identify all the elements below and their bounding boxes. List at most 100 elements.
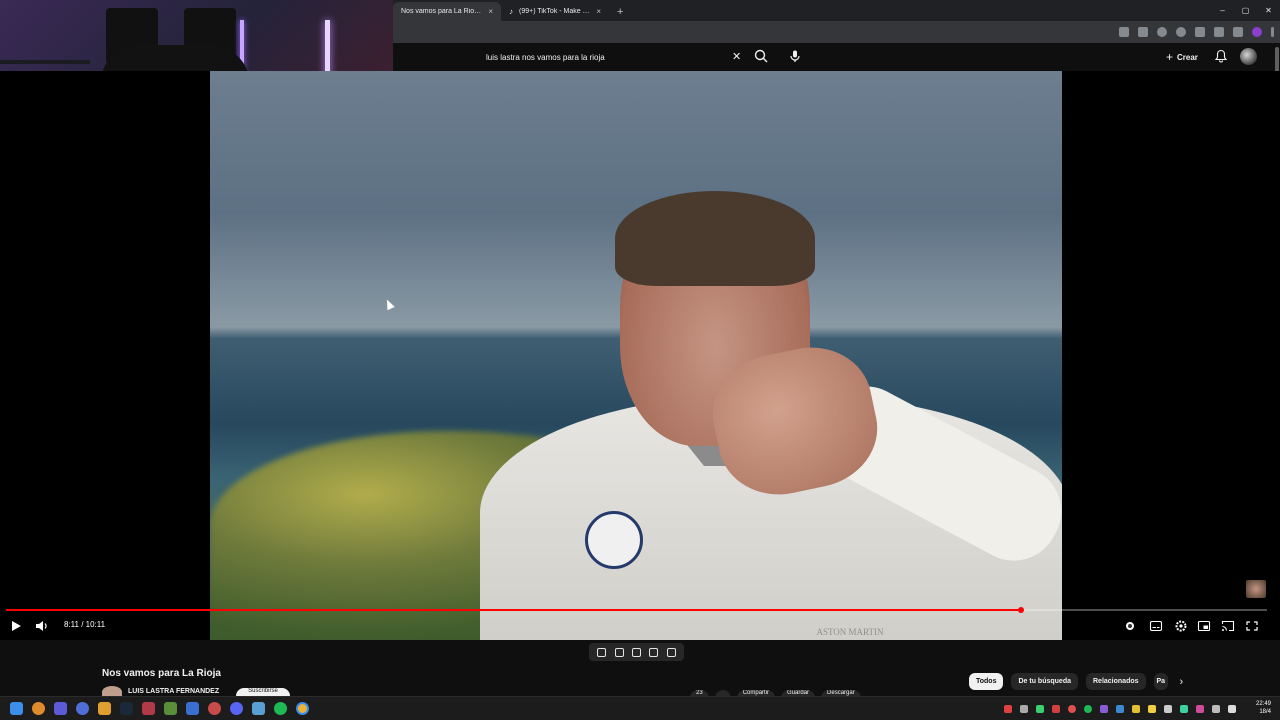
window-controls: – ▢ ✕ xyxy=(1211,0,1280,21)
youtube-masthead: luis lastra nos vamos para la rioja ✕ + … xyxy=(393,43,1280,71)
minimize-button[interactable]: – xyxy=(1211,0,1234,21)
menu-kebab-icon[interactable] xyxy=(1271,27,1274,37)
plus-icon: + xyxy=(1166,50,1174,64)
close-tab-icon[interactable]: × xyxy=(488,7,493,16)
search-taskbar-icon[interactable] xyxy=(32,702,45,715)
tiktok-icon: ♪ xyxy=(509,7,513,16)
chevron-right-icon[interactable]: › xyxy=(1180,676,1184,688)
timecode: 8:11 / 10:11 xyxy=(64,620,106,629)
taskbar-clock[interactable]: 22:49 18/4 xyxy=(1256,700,1271,716)
shirt-badge-icon xyxy=(585,511,643,569)
tray-icon[interactable] xyxy=(1132,705,1140,713)
extension-toolbar xyxy=(589,643,684,661)
watch-metadata: Nos vamos para La Rioja LUIS LASTRA FERN… xyxy=(0,640,1280,698)
extension-icon[interactable] xyxy=(1157,27,1167,37)
spotify-icon[interactable] xyxy=(274,702,287,715)
app-icon[interactable] xyxy=(208,702,221,715)
tab-title: Nos vamos para La Rioja - You xyxy=(401,8,482,15)
steam-icon[interactable] xyxy=(120,702,133,715)
channel-watermark[interactable] xyxy=(1246,580,1266,598)
volume-tray-icon[interactable] xyxy=(1228,705,1236,713)
mic-icon[interactable] xyxy=(787,48,803,64)
tray-icon[interactable] xyxy=(1100,705,1108,713)
hair xyxy=(615,191,815,286)
close-window-button[interactable]: ✕ xyxy=(1257,0,1280,21)
screen: { "browser": { "tabs": [ {"title": "Nos … xyxy=(0,0,1280,720)
discord-icon[interactable] xyxy=(230,702,243,715)
search-icon[interactable] xyxy=(753,48,769,64)
tray-icon[interactable] xyxy=(1116,705,1124,713)
tray-icon[interactable] xyxy=(1036,705,1044,713)
app-icon[interactable] xyxy=(54,702,67,715)
bell-icon[interactable] xyxy=(1214,49,1228,63)
app-icon[interactable] xyxy=(164,702,177,715)
tray-icon[interactable] xyxy=(1004,705,1012,713)
miniplayer-icon[interactable] xyxy=(1197,615,1211,637)
windows-taskbar: 22:49 18/4 xyxy=(0,696,1280,720)
video-person: ASTON MARTIN RACING xyxy=(480,191,1062,640)
extension-icon[interactable] xyxy=(1233,27,1243,37)
speed-icon[interactable] xyxy=(649,647,659,657)
tray-icon[interactable] xyxy=(1020,705,1028,713)
loop-icon[interactable] xyxy=(597,647,607,657)
tray-icon[interactable] xyxy=(1180,705,1188,713)
video-title: Nos vamos para La Rioja xyxy=(102,668,221,679)
chip-partial[interactable]: Pa xyxy=(1153,673,1168,690)
tab-title: (99+) TikTok - Make Your Day xyxy=(519,8,591,15)
clear-search-icon[interactable]: ✕ xyxy=(732,50,741,63)
install-app-icon[interactable] xyxy=(1119,27,1129,37)
tray-icon[interactable] xyxy=(1148,705,1156,713)
clock-time: 22:49 xyxy=(1255,701,1271,707)
app-icon[interactable] xyxy=(186,702,199,715)
play-icon[interactable] xyxy=(9,615,23,637)
bookmark-star-icon[interactable] xyxy=(1138,27,1148,37)
progress-bar[interactable] xyxy=(6,607,1267,613)
audio-icon[interactable] xyxy=(614,647,624,657)
player-controls: 8:11 / 10:11 xyxy=(0,615,1280,637)
tray-icon[interactable] xyxy=(1084,705,1092,713)
app-icon[interactable] xyxy=(142,702,155,715)
avatar[interactable] xyxy=(1240,48,1257,65)
video-frame[interactable]: ASTON MARTIN RACING xyxy=(210,71,1062,640)
app-icon[interactable] xyxy=(252,702,265,715)
fullscreen-icon[interactable] xyxy=(1245,615,1259,637)
video-player[interactable]: ASTON MARTIN RACING xyxy=(0,71,1280,640)
reading-list-icon[interactable] xyxy=(1214,27,1224,37)
lab-icon[interactable] xyxy=(666,647,676,657)
chip-de-tu-busqueda[interactable]: De tu búsqueda xyxy=(1011,673,1078,690)
browser-tab-strip: Nos vamos para La Rioja - You × ♪ (99+) … xyxy=(393,0,1280,21)
subtitles-icon[interactable] xyxy=(1149,615,1163,637)
tray-icon[interactable] xyxy=(1196,705,1204,713)
create-label: Crear xyxy=(1177,52,1198,62)
progress-played xyxy=(6,609,1022,611)
maximize-button[interactable]: ▢ xyxy=(1234,0,1257,21)
browser-toolbar xyxy=(393,21,1280,43)
channel-name[interactable]: LUIS LASTRA FERNANDEZ xyxy=(128,688,219,695)
chip-todos[interactable]: Todos xyxy=(969,673,1004,690)
chip-relacionados[interactable]: Relacionados xyxy=(1086,673,1146,690)
profile-icon[interactable] xyxy=(1252,27,1262,37)
related-chips: Todos De tu búsqueda Relacionados Pa › xyxy=(969,673,1183,690)
chrome-icon[interactable] xyxy=(296,702,309,715)
mic-tray-icon[interactable] xyxy=(1212,705,1220,713)
cast-icon[interactable] xyxy=(1221,615,1235,637)
volume-icon[interactable] xyxy=(34,615,50,637)
tray-icon[interactable] xyxy=(1052,705,1060,713)
extensions-puzzle-icon[interactable] xyxy=(1195,27,1205,37)
new-tab-button[interactable]: + xyxy=(609,2,631,21)
extension-icon[interactable] xyxy=(1176,27,1186,37)
search-input[interactable]: luis lastra nos vamos para la rioja xyxy=(477,48,754,67)
screen-icon[interactable] xyxy=(631,647,641,657)
tab-youtube[interactable]: Nos vamos para La Rioja - You × xyxy=(393,2,501,21)
clock-date: 18/4 xyxy=(1259,709,1271,715)
tab-tiktok[interactable]: ♪ (99+) TikTok - Make Your Day × xyxy=(501,2,609,21)
vivaldi-icon[interactable] xyxy=(76,702,89,715)
windows-start-icon[interactable] xyxy=(10,702,23,715)
close-tab-icon[interactable]: × xyxy=(596,7,601,16)
tray-icon[interactable] xyxy=(1068,705,1076,713)
autoplay-icon[interactable] xyxy=(1123,615,1137,637)
settings-icon[interactable] xyxy=(1174,615,1188,637)
tray-icon[interactable] xyxy=(1164,705,1172,713)
app-icon[interactable] xyxy=(98,702,111,715)
create-button[interactable]: + Crear xyxy=(1166,50,1198,64)
